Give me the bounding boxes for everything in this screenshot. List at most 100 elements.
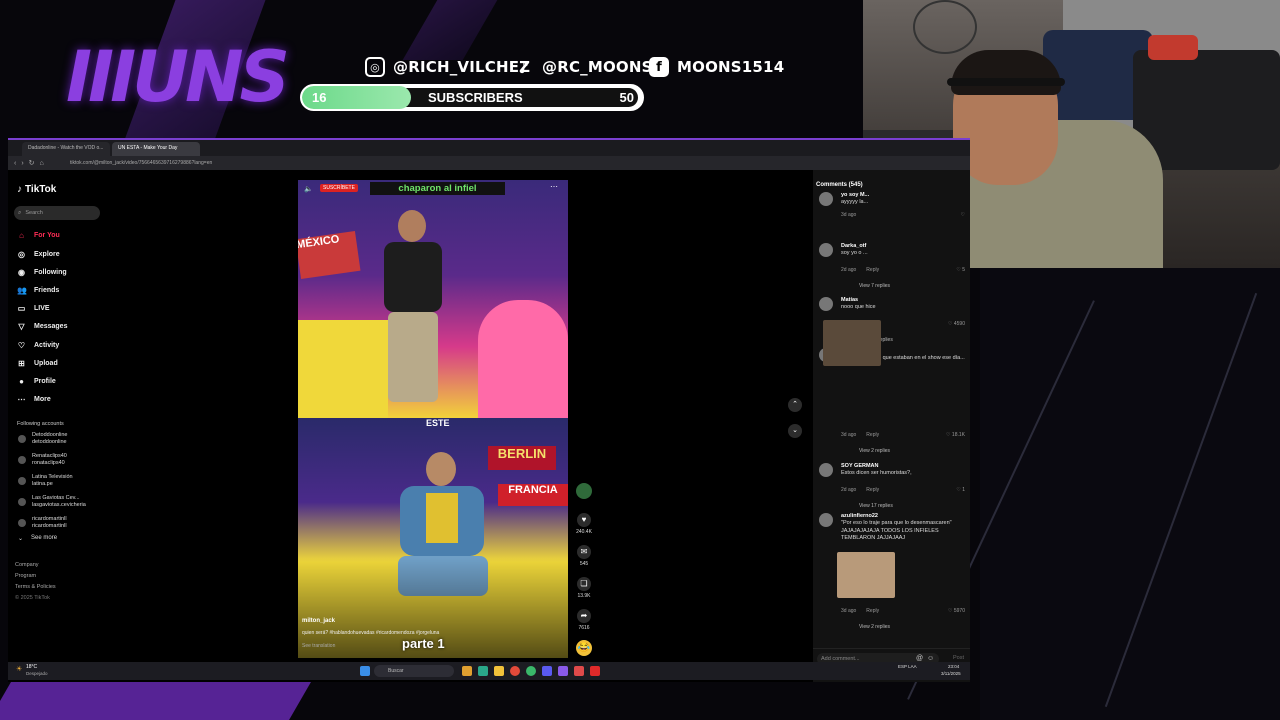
clock-time[interactable]: 23:04 (948, 664, 959, 669)
avatar[interactable] (819, 463, 833, 477)
comment-author[interactable]: yo soy M... (841, 192, 869, 198)
view-replies-link[interactable]: View 2 replies (859, 448, 890, 454)
taskbar-search[interactable]: Buscar (374, 665, 454, 677)
subscriber-goal-bar: 16 SUBSCRIBERS 50 (300, 84, 644, 111)
account-name: Detoddoonline (32, 432, 68, 438)
emoji-icon[interactable]: ☺ (927, 655, 934, 662)
taskbar-app-icon[interactable] (558, 666, 568, 676)
next-video-button[interactable]: ⌄ (788, 424, 802, 438)
tiktok-logo-text: TikTok (25, 184, 57, 195)
comment-image-meme[interactable] (823, 320, 881, 366)
taskbar-app-icon[interactable] (574, 666, 584, 676)
comment-author[interactable]: azulinfierno22 (841, 513, 878, 519)
view-replies-link[interactable]: View 2 replies (859, 624, 890, 630)
sidebar-item-activity[interactable]: ♡ Activity (17, 341, 59, 350)
reply-button[interactable]: Reply (866, 487, 879, 493)
view-replies-link[interactable]: View 17 replies (859, 503, 893, 509)
see-translation-link[interactable]: See translation (302, 643, 335, 649)
volume-icon[interactable]: 🔈 (304, 185, 313, 193)
video-author[interactable]: milton_jack (302, 618, 335, 624)
avatar[interactable] (819, 243, 833, 257)
nav-arrows-icon[interactable]: ‹›↻⌂ (14, 159, 49, 167)
following-account[interactable]: Renataclips40 ronataclips40 (18, 453, 67, 467)
reply-button[interactable]: Reply (866, 432, 879, 438)
sound-disc-icon[interactable]: 😂 (576, 640, 592, 656)
search-bar[interactable]: ⌕ Search (14, 206, 100, 220)
taskbar-app-icon[interactable] (462, 666, 472, 676)
comments-panel: Comments (545) yo soy M... ayyyyy la... 3d… (813, 170, 970, 682)
whatsapp-icon[interactable] (526, 666, 536, 676)
previous-video-button[interactable]: ⌃ (788, 398, 802, 412)
video-menu-icon[interactable]: ⋯ (550, 182, 558, 191)
taskbar-app-icon[interactable] (590, 666, 600, 676)
action-share-button[interactable]: ➦ 7616 (573, 609, 595, 631)
language-indicator[interactable]: ESP LAA (898, 664, 918, 669)
sidebar-item-explore[interactable]: ◎ Explore (17, 250, 60, 259)
comment-likes[interactable]: ♡ 18.1K (946, 432, 965, 438)
footer-link[interactable]: Program (15, 573, 36, 579)
sidebar-item-profile[interactable]: ● Profile (17, 377, 56, 386)
comment-text: soy yo o ... (841, 250, 868, 256)
sidebar-item-upload[interactable]: ⊞ Upload (17, 359, 58, 368)
comment-author[interactable]: SOY GERMAN (841, 463, 879, 469)
url-field[interactable]: tiktok.com/@milton_jack/video/7566465639… (70, 158, 590, 168)
start-button[interactable] (360, 666, 370, 676)
bookmark-icon: ❏ (577, 577, 591, 591)
compass-icon: ◎ (18, 250, 25, 259)
action-comment-button[interactable]: ✉ 545 (573, 545, 595, 567)
comment-likes[interactable]: ♡ 4590 (948, 321, 965, 327)
action-bookmark-button[interactable]: ❏ 13.9K (573, 577, 595, 599)
footer-link[interactable]: Company (15, 562, 39, 568)
taskbar-app-icon[interactable] (542, 666, 552, 676)
comment-author[interactable]: Darka_otf (841, 243, 866, 249)
action-count: 240.4K (576, 529, 592, 535)
browser-tab-active[interactable]: UN ESTA - Make Your Day (112, 142, 200, 156)
following-account[interactable]: Detoddoonline detoddoonline (18, 432, 67, 446)
sidebar-item-following[interactable]: ◉ Following (17, 268, 67, 277)
avatar[interactable] (819, 513, 833, 527)
avatar[interactable] (819, 192, 833, 206)
following-account[interactable]: Las Gaviotas Cev... lasgaviotas.cevicheri… (18, 495, 86, 509)
comment-likes[interactable]: ♡ (961, 212, 965, 218)
sidebar-item-more[interactable]: ⋯ More (17, 395, 51, 404)
following-account[interactable]: ricardomartinll ricardomartinll (18, 516, 67, 530)
following-account[interactable]: Latina Televisión latina.pe (18, 474, 73, 488)
sidebar-item-label: Friends (34, 287, 60, 294)
account-handle: latina.pe (32, 481, 53, 487)
video-player[interactable]: MÉXICO SUSCRÍBETE chaparon al infiel 🔈 ⋯… (298, 180, 568, 658)
sidebar-item-messages[interactable]: ▽ Messages (17, 322, 67, 331)
reply-button[interactable]: Reply (866, 267, 879, 273)
view-replies-link[interactable]: View 7 replies (859, 283, 890, 289)
action-heart-button[interactable]: ♥ 240.4K (573, 513, 595, 535)
clock-date[interactable]: 3/11/2025 (941, 671, 961, 676)
account-handle: detoddoonline (32, 439, 67, 445)
taskbar-app-icon[interactable] (478, 666, 488, 676)
heart-icon: ♡ (960, 212, 965, 218)
weather-desc: Despejado (26, 671, 48, 676)
facebook-handle: MOONS1514 (677, 58, 785, 76)
comment-author[interactable]: Matías (841, 297, 858, 303)
sidebar-item-live[interactable]: ▭ LIVE (17, 304, 50, 313)
comment-likes[interactable]: ♡ 1 (956, 487, 965, 493)
comment-image-cat[interactable] (837, 552, 895, 598)
browser-tab[interactable]: Dadadonline - Watch the VOD o... (22, 142, 110, 156)
sidebar-item-for-you[interactable]: ⌂ For You (17, 231, 60, 240)
avatar (18, 435, 26, 443)
weather-icon[interactable]: ☀ (16, 665, 22, 673)
comment-likes[interactable]: ♡ 5 (956, 267, 965, 273)
profile-icon: ● (19, 377, 24, 386)
account-handle: ricardomartinll (32, 523, 67, 529)
footer-link[interactable]: Terms & Policies (15, 584, 56, 590)
folder-icon[interactable] (494, 666, 504, 676)
tiktok-logo[interactable]: ♪ TikTok (17, 184, 56, 195)
avatar[interactable] (819, 297, 833, 311)
see-more-link[interactable]: ⌄ See more (18, 535, 57, 542)
sidebar-item-friends[interactable]: 👥 Friends (17, 286, 59, 295)
comment-likes[interactable]: ♡ 5970 (948, 608, 965, 614)
mention-icon[interactable]: @ (916, 655, 923, 662)
creator-avatar[interactable] (576, 483, 592, 499)
subscribe-badge: SUSCRÍBETE (320, 184, 358, 192)
post-button[interactable]: Post (953, 655, 964, 661)
reply-button[interactable]: Reply (866, 608, 879, 614)
chrome-icon[interactable] (510, 666, 520, 676)
